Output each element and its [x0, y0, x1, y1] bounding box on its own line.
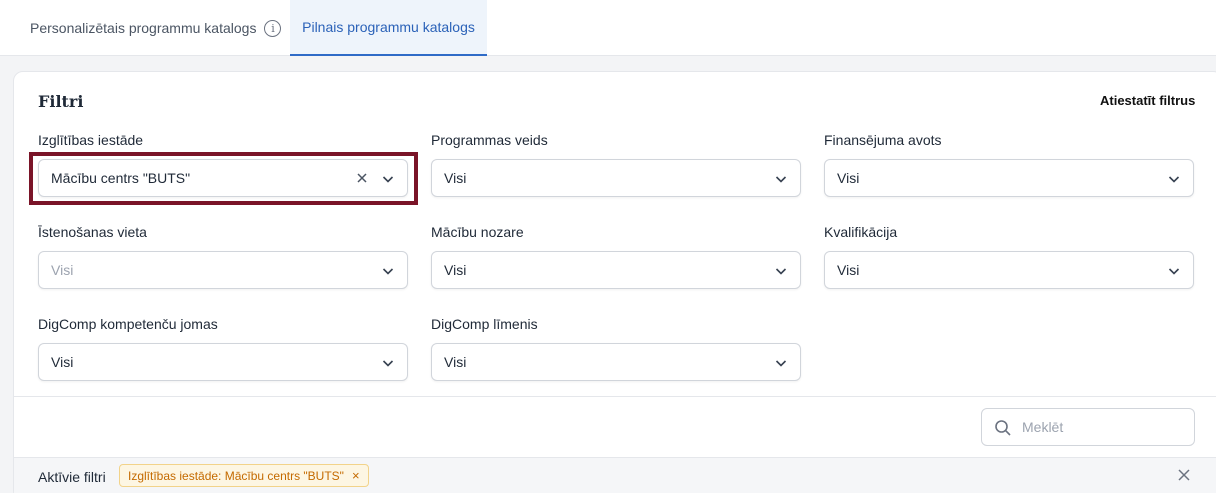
- active-filter-chip-text: Izglītības iestāde: Mācību centrs "BUTS": [128, 468, 344, 483]
- institution-label: Izglītības iestāde: [38, 132, 144, 148]
- tab-full-catalog[interactable]: Pilnais programmu katalogs: [290, 0, 487, 56]
- digcomp-level-select[interactable]: Visi: [431, 343, 801, 381]
- study-field-select[interactable]: Visi: [431, 251, 801, 289]
- catalog-tabs: Personalizētais programmu katalogs i Pil…: [0, 0, 1216, 56]
- highlight-box: [29, 152, 418, 205]
- program-type-select[interactable]: Visi: [431, 159, 801, 197]
- active-filter-chip: Izglītības iestāde: Mācību centrs "BUTS"…: [119, 464, 369, 487]
- digcomp-level-value: Visi: [444, 354, 467, 370]
- program-type-value: Visi: [444, 170, 467, 186]
- tab-personalized-label: Personalizētais programmu katalogs: [30, 20, 257, 36]
- chevron-down-icon: [1168, 176, 1180, 183]
- chevron-down-icon: [382, 360, 394, 367]
- clear-all-filters-icon[interactable]: [1177, 468, 1191, 482]
- digcomp-level-label: DigComp līmenis: [431, 316, 538, 332]
- qualification-label: Kvalifikācija: [824, 224, 898, 240]
- search-box[interactable]: [981, 408, 1195, 446]
- tab-personalized-catalog[interactable]: Personalizētais programmu katalogs i: [30, 0, 282, 56]
- study-field-value: Visi: [444, 262, 467, 278]
- active-filters-bar: Aktīvie filtri Izglītības iestāde: Mācīb…: [14, 457, 1216, 493]
- digcomp-areas-value: Visi: [51, 354, 74, 370]
- tab-full-label: Pilnais programmu katalogs: [302, 19, 475, 35]
- location-value: Visi: [51, 262, 74, 278]
- funding-source-label: Finansējuma avots: [824, 132, 942, 148]
- digcomp-areas-label: DigComp kompetenču jomas: [38, 316, 218, 332]
- funding-source-value: Visi: [837, 170, 860, 186]
- funding-source-select[interactable]: Visi: [824, 159, 1194, 197]
- reset-filters-button[interactable]: Atiestatīt filtrus: [1100, 93, 1195, 108]
- location-label: Īstenošanas vieta: [38, 224, 147, 240]
- filters-title: Filtri: [38, 92, 84, 111]
- location-select[interactable]: Visi: [38, 251, 408, 289]
- qualification-select[interactable]: Visi: [824, 251, 1194, 289]
- active-filters-label: Aktīvie filtri: [38, 469, 106, 485]
- chevron-down-icon: [1168, 268, 1180, 275]
- divider: [14, 396, 1216, 397]
- remove-chip-icon[interactable]: ×: [352, 468, 360, 483]
- search-icon: [995, 420, 1011, 436]
- chevron-down-icon: [775, 268, 787, 275]
- chevron-down-icon: [775, 176, 787, 183]
- search-input[interactable]: [1022, 419, 1182, 435]
- program-type-label: Programmas veids: [431, 132, 548, 148]
- qualification-value: Visi: [837, 262, 860, 278]
- filters-panel: Filtri Atiestatīt filtrus Izglītības ies…: [13, 71, 1216, 493]
- study-field-label: Mācību nozare: [431, 224, 524, 240]
- info-icon[interactable]: i: [264, 19, 282, 37]
- chevron-down-icon: [382, 268, 394, 275]
- digcomp-areas-select[interactable]: Visi: [38, 343, 408, 381]
- chevron-down-icon: [775, 360, 787, 367]
